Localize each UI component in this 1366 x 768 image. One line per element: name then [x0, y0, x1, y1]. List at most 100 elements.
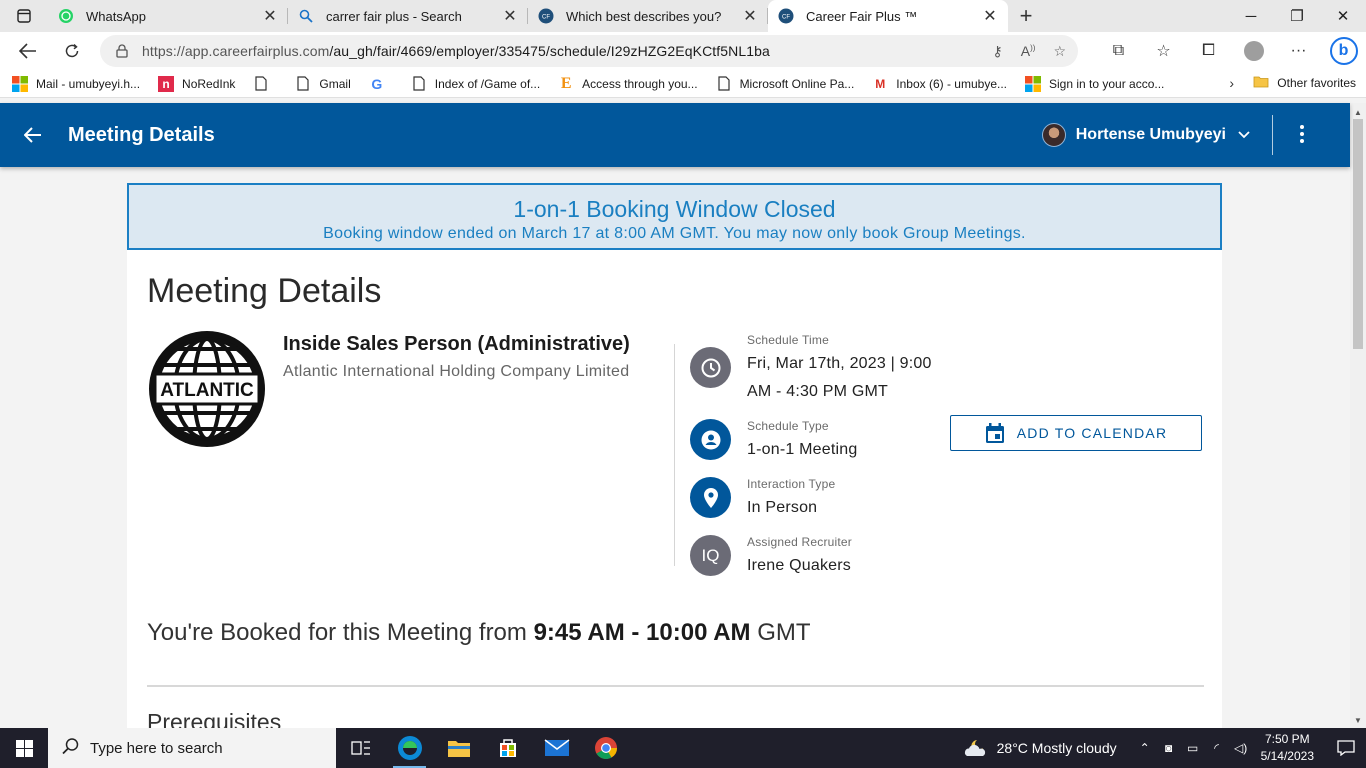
battery-icon[interactable]: ▭	[1181, 741, 1205, 755]
user-menu[interactable]: Hortense Umubyeyi	[1041, 103, 1250, 167]
taskbar-mail[interactable]	[532, 728, 581, 768]
add-to-calendar-button[interactable]: ADD TO CALENDAR	[950, 415, 1202, 451]
browser-tab-careerfairplus[interactable]: CF Career Fair Plus ™ ✕	[768, 0, 1008, 32]
close-tab-icon[interactable]: ✕	[982, 6, 998, 26]
close-window-icon[interactable]: ✕	[1320, 0, 1366, 32]
microsoft-icon	[1025, 75, 1041, 92]
google-icon: G	[371, 75, 383, 92]
chevron-up-icon[interactable]: ⌃	[1133, 741, 1157, 755]
browser-tab-describes[interactable]: CF Which best describes you? ✕	[528, 0, 768, 32]
interaction-type-value: In Person	[747, 499, 818, 516]
other-favorites[interactable]: Other favorites	[1253, 75, 1356, 91]
prerequisites-heading: Prerequisites	[147, 709, 282, 728]
url-host: https://app.careerfairplus.com	[142, 43, 330, 59]
favorite-sign-in[interactable]: Sign in to your acco...	[1025, 75, 1164, 92]
browser-tab-search[interactable]: carrer fair plus - Search ✕	[288, 0, 528, 32]
close-tab-icon[interactable]: ✕	[502, 6, 518, 26]
tab-actions-button[interactable]	[0, 0, 48, 32]
company-logo: ATLANTIC	[147, 329, 267, 449]
close-tab-icon[interactable]: ✕	[262, 6, 278, 26]
minimize-icon[interactable]: ─	[1228, 0, 1274, 32]
noredink-icon: n	[158, 75, 175, 92]
cloudy-night-icon	[964, 740, 985, 756]
favorite-inbox[interactable]: M Inbox (6) - umubye...	[872, 76, 1007, 92]
new-tab-button[interactable]: +	[1008, 0, 1044, 32]
user-name: Hortense Umubyeyi	[1075, 126, 1226, 143]
favorite-index[interactable]: Index of /Game of...	[411, 76, 540, 92]
recruiter-avatar: IQ	[690, 535, 731, 576]
restore-icon[interactable]: ❐	[1274, 0, 1320, 32]
arrow-left-icon	[19, 43, 36, 59]
collections-icon[interactable]: ⧠	[1186, 42, 1231, 60]
banner-text: Booking window ended on March 17 at 8:00…	[323, 225, 1026, 242]
browser-tab-whatsapp[interactable]: WhatsApp ✕	[48, 0, 288, 32]
back-button[interactable]	[6, 32, 50, 70]
more-options-icon[interactable]: ···	[1276, 42, 1321, 60]
favorite-google[interactable]: G	[369, 76, 393, 92]
favorites-bar: Mail - umubyeyi.h... n NoRedInk Gmail G …	[0, 70, 1366, 98]
favorite-label: Inbox (6) - umubye...	[896, 76, 1007, 91]
key-icon[interactable]: ⚷	[993, 43, 1003, 60]
wifi-icon[interactable]: ◜	[1205, 741, 1229, 755]
browser-tab-strip: WhatsApp ✕ carrer fair plus - Search ✕ C…	[0, 0, 1366, 32]
schedule-time-label: Schedule Time	[747, 333, 829, 347]
favorite-blank[interactable]	[253, 76, 277, 92]
extensions-icon[interactable]: ⧉	[1096, 42, 1141, 60]
booked-time: 9:45 AM - 10:00 AM	[533, 619, 751, 646]
favorite-label: Gmail	[319, 76, 351, 91]
more-vert-icon[interactable]	[1296, 125, 1308, 143]
chevron-right-icon[interactable]: ›	[1229, 75, 1234, 91]
banner-heading: 1-on-1 Booking Window Closed	[513, 196, 836, 222]
schedule-type-label: Schedule Type	[747, 419, 829, 433]
taskbar-edge[interactable]	[385, 728, 434, 768]
back-arrow-button[interactable]	[24, 127, 60, 143]
taskbar-clock[interactable]: 7:50 PM 5/14/2023	[1261, 731, 1314, 765]
favorite-microsoft-online[interactable]: Microsoft Online Pa...	[716, 76, 855, 92]
taskbar-file-explorer[interactable]	[434, 728, 483, 768]
scroll-thumb[interactable]	[1353, 119, 1363, 349]
bing-icon[interactable]: b	[1321, 37, 1366, 65]
read-aloud-icon[interactable]: A))	[1021, 43, 1036, 59]
careerfairplus-icon: CF	[538, 8, 554, 24]
weather-widget[interactable]: 28°C Mostly cloudy	[963, 738, 1117, 758]
taskbar-chrome[interactable]	[581, 728, 630, 768]
favorite-label: Microsoft Online Pa...	[739, 76, 855, 91]
booked-prefix: You're Booked for this Meeting from	[147, 619, 534, 646]
schedule-type-value: 1-on-1 Meeting	[747, 441, 858, 458]
address-bar[interactable]: https://app.careerfairplus.com/au_gh/fai…	[100, 35, 1078, 67]
taskbar-store[interactable]	[483, 728, 532, 768]
booked-suffix: GMT	[750, 619, 811, 646]
volume-icon[interactable]: ◁)	[1229, 741, 1253, 755]
booking-closed-banner: 1-on-1 Booking Window Closed Booking win…	[127, 183, 1222, 250]
arrow-left-icon	[24, 127, 41, 143]
favorite-noredink[interactable]: n NoRedInk	[158, 75, 235, 92]
profile-icon[interactable]	[1231, 41, 1276, 61]
tab-title: carrer fair plus - Search	[326, 8, 462, 24]
close-tab-icon[interactable]: ✕	[742, 6, 758, 26]
meeting-details-card: Meeting Details ATLANTIC Inside Sales Pe…	[127, 248, 1222, 728]
favorites-icon[interactable]: ☆	[1141, 41, 1186, 61]
favorite-gmail[interactable]: Gmail	[295, 76, 351, 92]
lock-icon	[116, 44, 128, 58]
page-icon	[253, 76, 269, 92]
notification-button[interactable]	[1326, 740, 1366, 756]
scroll-down-icon[interactable]: ▼	[1354, 716, 1362, 725]
task-view-button[interactable]	[336, 728, 385, 768]
start-button[interactable]	[0, 728, 48, 768]
chrome-icon	[594, 737, 617, 759]
scroll-up-icon[interactable]: ▲	[1354, 108, 1362, 117]
meet-now-icon[interactable]: ◙	[1157, 741, 1181, 755]
refresh-button[interactable]	[50, 32, 94, 70]
page-icon	[716, 76, 732, 92]
page-icon	[411, 76, 427, 92]
browser-toolbar: https://app.careerfairplus.com/au_gh/fai…	[0, 32, 1366, 70]
gmail-icon: M	[875, 76, 886, 91]
favorite-label: Access through you...	[582, 76, 698, 91]
add-favorite-icon[interactable]: ☆	[1053, 43, 1066, 60]
favorite-access[interactable]: E Access through you...	[558, 74, 698, 92]
e-icon: E	[560, 74, 572, 92]
taskbar-search[interactable]: Type here to search	[48, 728, 336, 768]
page-scrollbar[interactable]: ▲ ▼	[1350, 103, 1366, 728]
favorite-mail[interactable]: Mail - umubyeyi.h...	[12, 75, 140, 92]
schedule-time-line1: Fri, Mar 17th, 2023 | 9:00	[747, 355, 932, 372]
